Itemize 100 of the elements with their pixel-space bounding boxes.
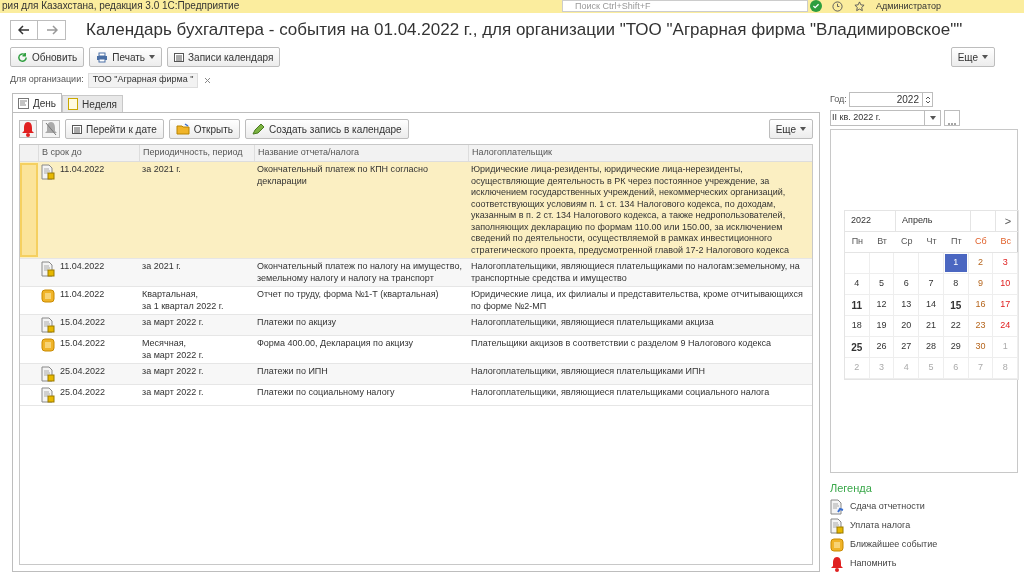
- weekday-label: Вт: [876, 235, 888, 249]
- table-cell: 15.04.2022: [60, 338, 106, 350]
- calendar-day[interactable]: 3: [994, 254, 1016, 273]
- document-coin-icon: [41, 317, 55, 333]
- weekday-label: Пн: [850, 235, 865, 249]
- filter-value[interactable]: ТОО "Аграрная фирма ": [87, 72, 199, 88]
- calendar-day[interactable]: 5: [870, 275, 893, 294]
- calendar-day[interactable]: 19: [870, 317, 893, 336]
- calendar-day[interactable]: 25: [846, 338, 868, 357]
- more-button[interactable]: Еще: [768, 119, 813, 139]
- go-to-date-button[interactable]: Перейти к дате: [65, 119, 164, 139]
- tab[interactable]: День: [12, 93, 63, 113]
- table-cell: Налогоплательщики, являющиеся плательщиками акциза: [471, 317, 714, 329]
- notebook-icon: [68, 98, 79, 110]
- calendar-day[interactable]: 1: [944, 254, 967, 273]
- document-coin-icon: [41, 387, 55, 403]
- weekday-label: Пт: [949, 235, 963, 249]
- remind-button[interactable]: [19, 120, 37, 138]
- calendar-day[interactable]: 30: [969, 338, 992, 357]
- disable-reminder-button[interactable]: [42, 120, 60, 138]
- calendar-day[interactable]: 2: [969, 254, 992, 273]
- table-cell: Налогоплательщики, являющиеся плательщиками социального налога: [471, 387, 770, 399]
- tab[interactable]: Неделя: [62, 95, 123, 113]
- calendar-day[interactable]: 18: [846, 317, 868, 336]
- table-row[interactable]: [20, 259, 812, 287]
- table-cell: Отчет по труду, форма №1-Т (квартальная): [257, 289, 439, 301]
- column-header[interactable]: Налогоплательщик: [468, 145, 812, 161]
- notification-icon: [810, 0, 822, 12]
- calendar-day[interactable]: 12: [870, 296, 893, 315]
- calendar-day[interactable]: 29: [944, 338, 967, 357]
- next-month-button[interactable]: >: [995, 211, 1020, 232]
- calendar-year[interactable]: 2022: [845, 211, 895, 232]
- calendar-day[interactable]: 14: [920, 296, 942, 315]
- calendar-day[interactable]: 8: [944, 275, 967, 294]
- table-row[interactable]: 25.04.2022 за март 2022 г. Платежи по социальному налогу Налогоплательщики, являющиеся плательщиками социального налога: [20, 385, 812, 406]
- table-cell: Месячная, за март 2022 г.: [142, 338, 204, 361]
- calendar-records-button[interactable]: Записи календаря: [167, 47, 281, 67]
- table-row[interactable]: [20, 162, 812, 259]
- create-record-button[interactable]: Создать запись в календаре: [245, 119, 409, 139]
- weekday-label: Ср: [900, 235, 914, 249]
- caret-icon: [982, 55, 988, 59]
- calendar-day[interactable]: 22: [944, 317, 967, 336]
- calendar-day[interactable]: 26: [870, 338, 893, 357]
- table-cell: за 2021 г.: [142, 164, 181, 176]
- open-button[interactable]: Открыть: [168, 119, 241, 139]
- table-cell: 11.04.2022: [60, 164, 105, 176]
- table-cell-text: Окончательный платеж по КПН согласно декларации: [257, 164, 430, 187]
- calendar-day[interactable]: 10: [994, 275, 1016, 294]
- left-arrow-icon: [18, 24, 30, 35]
- calendar-day[interactable]: 21: [920, 317, 942, 336]
- column-header[interactable]: Название отчета/налога: [254, 145, 468, 161]
- folder-icon: [175, 123, 190, 135]
- table-cell: Платежи по социальному налогу: [257, 387, 395, 399]
- calendar-day[interactable]: 28: [920, 338, 942, 357]
- calendar-day[interactable]: 27: [895, 338, 918, 357]
- calendar-month[interactable]: Апрель: [895, 211, 970, 232]
- year-field[interactable]: 2022: [849, 92, 933, 107]
- table-cell: Налогоплательщики, являющиеся плательщиками ИПН: [471, 366, 705, 378]
- select-button[interactable]: [944, 110, 960, 127]
- calendar-day[interactable]: 15: [944, 296, 967, 315]
- document-coin-icon: [41, 164, 55, 180]
- calendar-day[interactable]: 4: [846, 275, 868, 294]
- print-button[interactable]: Печать: [89, 47, 163, 67]
- calendar-day[interactable]: 11: [846, 296, 868, 315]
- calendar-day[interactable]: 17: [994, 296, 1016, 315]
- table-cell: 25.04.2022: [60, 366, 106, 378]
- table-cell: Форма 400.00, Декларация по акцизу: [257, 338, 414, 350]
- table-cell: Квартальная, за 1 квартал 2022 г.: [142, 289, 224, 312]
- table-row[interactable]: 25.04.2022 за март 2022 г. Платежи по ИПН Налогоплательщики, являющиеся плательщиками ИПН: [20, 364, 812, 385]
- bell-icon: [830, 556, 844, 572]
- table-row[interactable]: 15.04.2022 за март 2022 г. Платежи по акцизу Налогоплательщики, являющиеся плательщиками акциза: [20, 315, 812, 336]
- table-row[interactable]: 15.04.2022 Месячная, за март 2022 г. Форма 400.00, Декларация по акцизу Плательщики акцизов в соответствии с разделом 9 Налогового кодекса: [20, 336, 812, 364]
- calendar-day[interactable]: 20: [895, 317, 918, 336]
- table-cell-text: Юридические лица, их филиалы и представительства, кроме отчитывающихся по форме №2-МП: [471, 289, 804, 312]
- column-header[interactable]: Периодичность, период: [139, 145, 254, 161]
- calendar-day[interactable]: 6: [895, 275, 918, 294]
- table-cell-text: Налогоплательщики, являющиеся плательщиками по налогам:земельному, на транспортные средства и имущество: [471, 261, 801, 284]
- column-header[interactable]: В срок до: [38, 145, 139, 161]
- legend-label: Сдача отчетности: [850, 500, 925, 514]
- table-cell: за март 2022 г.: [142, 387, 204, 399]
- calendar-day[interactable]: 13: [895, 296, 918, 315]
- calendar-day[interactable]: 9: [969, 275, 992, 294]
- period-field[interactable]: II кв. 2022 г.: [830, 110, 941, 127]
- table-cell: Платежи по ИПН: [257, 366, 328, 378]
- back-button[interactable]: [10, 19, 38, 40]
- calendar-icon: [174, 52, 185, 62]
- refresh-button[interactable]: Обновить: [10, 47, 85, 67]
- printer-icon: [96, 51, 109, 63]
- table-row[interactable]: 11.04.2022 Квартальная, за 1 квартал 2022 г. Отчет по труду, форма №1-Т (квартальная) Юридические лица, их филиалы и представительства, кроме отчитывающихся по форме №2-МП: [20, 287, 812, 315]
- document-chart-icon: [830, 499, 844, 515]
- document-coin-icon: [830, 518, 844, 534]
- close-icon: [204, 76, 212, 84]
- calendar-day[interactable]: 24: [994, 317, 1016, 336]
- calendar-day[interactable]: 23: [969, 317, 992, 336]
- document-coin-icon: [41, 261, 55, 277]
- calendar-day[interactable]: 16: [969, 296, 992, 315]
- more-button[interactable]: Еще: [950, 47, 995, 67]
- calendar-day[interactable]: 7: [920, 275, 942, 294]
- table-cell-text: Окончательный платеж по налогу на имущество, земельному налогу и налогу на транспорт: [257, 261, 463, 284]
- user-name[interactable]: Администратор: [876, 0, 941, 12]
